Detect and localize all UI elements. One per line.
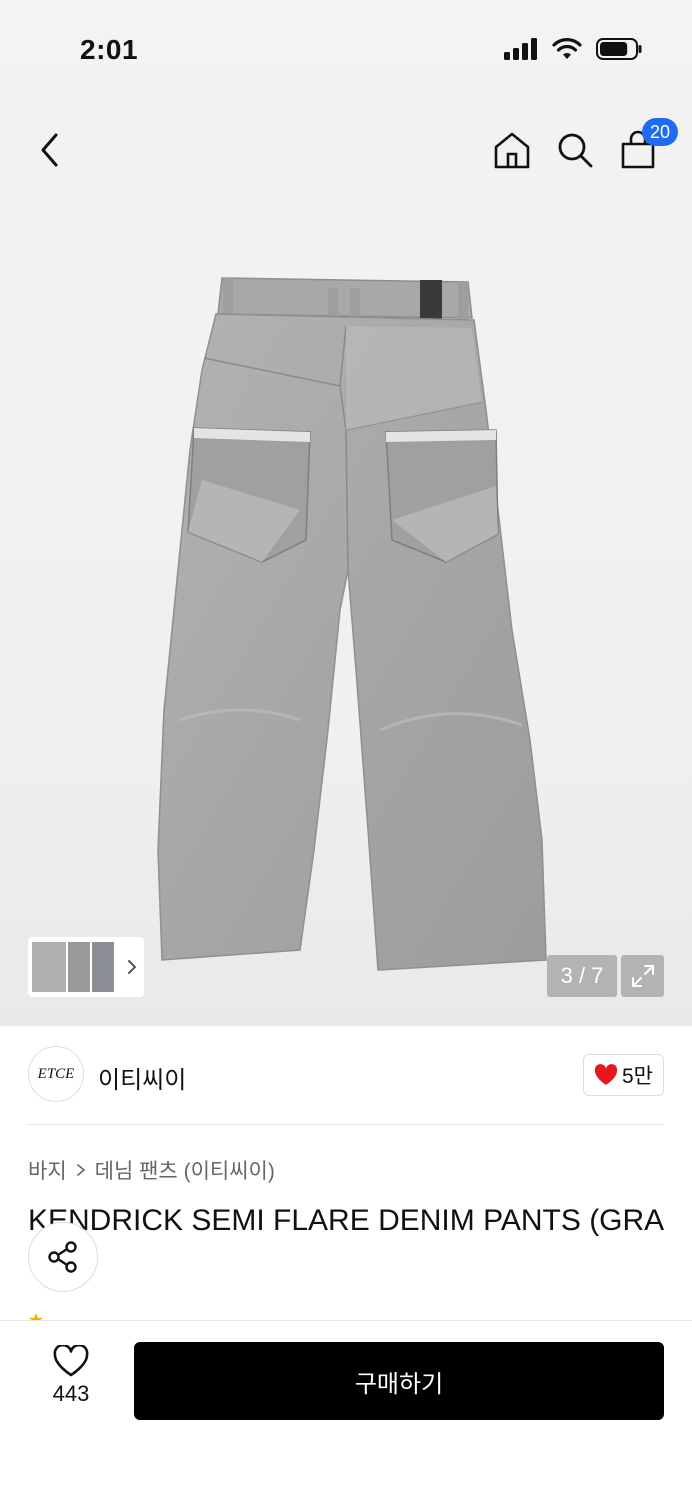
top-navigation: 20 [0,118,692,180]
breadcrumb: 바지 데님 팬츠 (이티씨이) [28,1155,275,1185]
heart-filled-icon [594,1064,618,1085]
battery-icon [596,38,642,60]
brand-name[interactable]: 이티씨이 [98,1060,186,1095]
thumbnail-image[interactable] [32,942,66,992]
cart-button[interactable]: 20 [614,118,678,174]
breadcrumb-subcategory[interactable]: 데님 팬츠 (이티씨이) [95,1155,275,1185]
brand-like-count: 5만 [622,1065,653,1088]
image-page-counter: 3 / 7 [547,955,617,997]
thumbnail-strip[interactable] [28,937,144,997]
chevron-right-icon [76,1164,85,1176]
bottom-action-bar: 443 구매하기 [0,1320,692,1500]
chevron-right-icon [128,960,137,974]
expand-icon [631,965,654,987]
breadcrumb-category[interactable]: 바지 [28,1155,67,1185]
home-icon [494,132,530,169]
status-bar: 2:01 [0,0,692,100]
share-icon [48,1241,77,1273]
buy-button[interactable]: 구매하기 [134,1342,664,1420]
wishlist-count: 443 [52,1381,90,1406]
wifi-icon [552,38,582,59]
status-icons [504,38,642,60]
thumbnail-image[interactable] [68,942,90,992]
brand-logo[interactable]: ETCE [28,1046,84,1102]
product-title: KENDRICK SEMI FLARE DENIM PANTS (GRA [28,1204,665,1237]
expand-image-button[interactable] [621,955,664,997]
search-icon [558,133,593,168]
heart-outline-icon [53,1345,89,1377]
thumbnail-image[interactable] [92,942,114,992]
back-button[interactable] [26,126,74,174]
product-image-gallery[interactable]: 2:01 20 3 / 7 [0,0,692,1026]
home-button[interactable] [488,126,536,174]
cellular-signal-icon [504,38,537,60]
status-time: 2:01 [80,34,139,65]
search-button[interactable] [551,126,599,174]
brand-row: ETCE 이티씨이 5만 [0,1026,692,1126]
brand-like-button[interactable]: 5만 [583,1054,664,1096]
cart-count-badge: 20 [642,118,678,146]
chevron-left-icon [41,133,58,167]
wishlist-button[interactable]: 443 [34,1345,108,1407]
share-button[interactable] [28,1222,98,1292]
product-image[interactable] [150,270,550,980]
divider [28,1124,664,1125]
